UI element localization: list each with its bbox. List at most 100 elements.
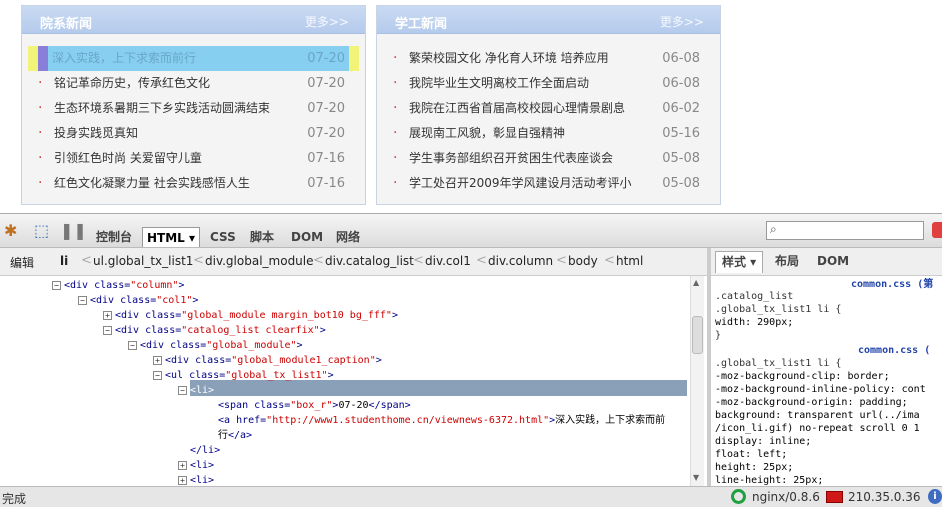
css-line: background: transparent url(../ima — [715, 410, 920, 421]
news-title-link[interactable]: 引领红色时尚 关爱留守儿童 — [54, 146, 202, 171]
news-title-link[interactable]: 学工处召开2009年学风建设月活动考评小 — [409, 171, 632, 196]
flag-icon — [826, 491, 843, 503]
news-list-item[interactable]: · 学生事务部组织召开贫困生代表座谈会 05-08 — [377, 146, 720, 171]
inspect-icon[interactable]: ⬚ — [34, 221, 49, 240]
scroll-down-icon[interactable]: ▼ — [693, 473, 699, 482]
tree-node[interactable]: 行</a> — [218, 428, 252, 443]
tree-node[interactable]: − <div class="col1"> — [78, 293, 198, 308]
news-title-link[interactable]: 投身实践觅真知 — [54, 121, 138, 146]
tree-node[interactable]: </li> — [190, 443, 220, 458]
tree-node[interactable]: <a href="http://www1.studenthome.cn/view… — [218, 413, 665, 428]
tree-token: > — [319, 325, 326, 336]
news-title-link[interactable]: 铭记革命历史，传承红色文化 — [54, 71, 210, 96]
news-title-link[interactable]: 红色文化凝聚力量 社会实践感悟人生 — [54, 171, 250, 196]
news-title-link[interactable]: 学生事务部组织召开贫困生代表座谈会 — [409, 146, 613, 171]
collapse-icon[interactable]: − — [128, 340, 137, 350]
tab-4[interactable]: DOM — [287, 227, 327, 247]
side-tab-1[interactable]: 布局 — [769, 251, 805, 273]
news-title-link[interactable]: 我院在江西省首届高校校园心理情景剧息 — [409, 96, 625, 121]
breadcrumb-item[interactable]: li — [60, 254, 68, 268]
tree-token: "global_tx_list1" — [225, 370, 328, 381]
close-icon[interactable] — [932, 222, 942, 238]
collapse-icon[interactable]: − — [78, 295, 87, 305]
expand-icon[interactable]: + — [103, 310, 112, 320]
tree-token: <li> — [190, 385, 215, 396]
more-link[interactable]: 更多>> — [305, 13, 349, 30]
search-input[interactable]: ⌕ — [766, 221, 924, 240]
tree-token: "catalog_list clearfix" — [181, 325, 320, 336]
tree-scrollbar[interactable]: ▲ ▼ — [690, 276, 704, 486]
tree-node[interactable]: <span class="box_r">07-20</span> — [218, 398, 411, 413]
side-panel-tabs: 样式 ▾ 布局 DOM — [711, 248, 942, 276]
collapse-icon[interactable]: − — [103, 325, 112, 335]
more-link[interactable]: 更多>> — [660, 13, 704, 30]
tree-token: class= — [189, 370, 226, 381]
collapse-icon[interactable]: − — [52, 280, 61, 290]
tree-node[interactable]: + <div class="global_module1_caption"> — [153, 353, 382, 368]
expand-icon[interactable]: + — [153, 355, 162, 365]
tree-node[interactable]: − <ul class="global_tx_list1"> — [153, 368, 334, 383]
breadcrumb-item[interactable]: body — [568, 254, 598, 268]
collapse-icon[interactable]: − — [178, 385, 187, 395]
news-list-item[interactable]: · 铭记革命历史，传承红色文化 07-20 — [22, 71, 365, 96]
tree-node[interactable]: − <div class="column"> — [52, 278, 184, 293]
expand-icon[interactable]: + — [178, 475, 187, 485]
tab-5[interactable]: 网络 — [332, 227, 364, 247]
news-title-link[interactable]: 展现南工风貌，彰显自强精神 — [409, 121, 565, 146]
info-icon[interactable]: i — [928, 489, 942, 504]
news-list-item[interactable]: · 生态环境系暑期三下乡实践活动圆满结束 07-20 — [22, 96, 365, 121]
news-list-item[interactable]: · 投身实践觅真知 07-20 — [22, 121, 365, 146]
firebug-bug-icon[interactable]: ✱ — [4, 221, 17, 240]
news-date: 07-20 — [307, 101, 345, 116]
css-line: line-height: 25px; — [715, 475, 824, 486]
tree-token: > — [296, 340, 303, 351]
expand-icon[interactable]: + — [178, 460, 187, 470]
side-tab-2[interactable]: DOM — [811, 251, 855, 273]
scroll-up-icon[interactable]: ▲ — [693, 278, 699, 287]
news-date: 05-16 — [662, 126, 700, 141]
tree-node[interactable]: − <div class="catalog_list clearfix"> — [103, 323, 326, 338]
collapse-icon[interactable]: − — [153, 370, 162, 380]
news-list-item[interactable]: · 繁荣校园文化 净化育人环境 培养应用 06-08 — [377, 46, 720, 71]
breadcrumb-item[interactable]: html — [616, 254, 643, 268]
tree-token: <li> — [190, 475, 215, 486]
breadcrumb-item[interactable]: div.col1 — [425, 254, 471, 268]
news-list-item[interactable]: · 学工处召开2009年学风建设月活动考评小 05-08 — [377, 171, 720, 196]
breadcrumb-item[interactable]: div.catalog_list — [325, 254, 414, 268]
tab-0[interactable]: 控制台 — [92, 227, 136, 247]
tree-node[interactable]: + <li> — [178, 458, 214, 473]
news-title-link[interactable]: 深入实践，上下求索而前行 — [52, 46, 196, 71]
news-list-item[interactable]: · 展现南工风貌，彰显自强精神 05-16 — [377, 121, 720, 146]
news-list-item[interactable]: · 我院在江西省首届高校校园心理情景剧息 06-02 — [377, 96, 720, 121]
css-line: .catalog_list — [715, 291, 794, 302]
scroll-thumb[interactable] — [692, 316, 703, 354]
breadcrumb-item[interactable]: ul.global_tx_list1 — [93, 254, 193, 268]
news-list-item[interactable]: · 我院毕业生文明离校工作全面启动 06-08 — [377, 71, 720, 96]
news-title-link[interactable]: 我院毕业生文明离校工作全面启动 — [409, 71, 589, 96]
tab-3[interactable]: 脚本 — [246, 227, 278, 247]
news-list: 深入实践，上下求索而前行 07-20 · 铭记革命历史，传承红色文化 07-20 · 生态环… — [22, 46, 365, 196]
tab-1[interactable]: HTML ▾ — [142, 227, 201, 247]
tree-token: <div — [64, 280, 95, 291]
tree-node[interactable]: − <div class="global_module"> — [128, 338, 303, 353]
edit-button[interactable]: 编辑 — [10, 254, 34, 271]
breadcrumb-item[interactable]: div.global_module — [205, 254, 314, 268]
news-list-item[interactable]: · 引领红色时尚 关爱留守儿童 07-16 — [22, 146, 365, 171]
news-list-item[interactable]: · 红色文化凝聚力量 社会实践感悟人生 07-16 — [22, 171, 365, 196]
highlight-marker — [349, 46, 359, 71]
breadcrumb-item[interactable]: div.column — [488, 254, 553, 268]
bullet-icon: · — [38, 75, 43, 91]
tree-token: <div — [140, 340, 171, 351]
tree-token: </a> — [228, 430, 253, 441]
news-date: 07-16 — [307, 176, 345, 191]
news-title-link[interactable]: 生态环境系暑期三下乡实践活动圆满结束 — [54, 96, 270, 121]
tree-node[interactable]: + <li> — [178, 473, 214, 486]
news-title-link[interactable]: 繁荣校园文化 净化育人环境 培养应用 — [409, 46, 609, 71]
tree-node[interactable]: − <li> — [178, 383, 214, 398]
news-list-item[interactable]: 深入实践，上下求索而前行 07-20 — [28, 46, 359, 71]
tab-2[interactable]: CSS — [206, 227, 240, 247]
news-date: 06-02 — [662, 101, 700, 116]
side-tab-0[interactable]: 样式 ▾ — [715, 251, 764, 273]
tree-node[interactable]: + <div class="global_module margin_bot10 … — [103, 308, 398, 323]
pause-icon[interactable]: ❚❚ — [60, 221, 87, 240]
